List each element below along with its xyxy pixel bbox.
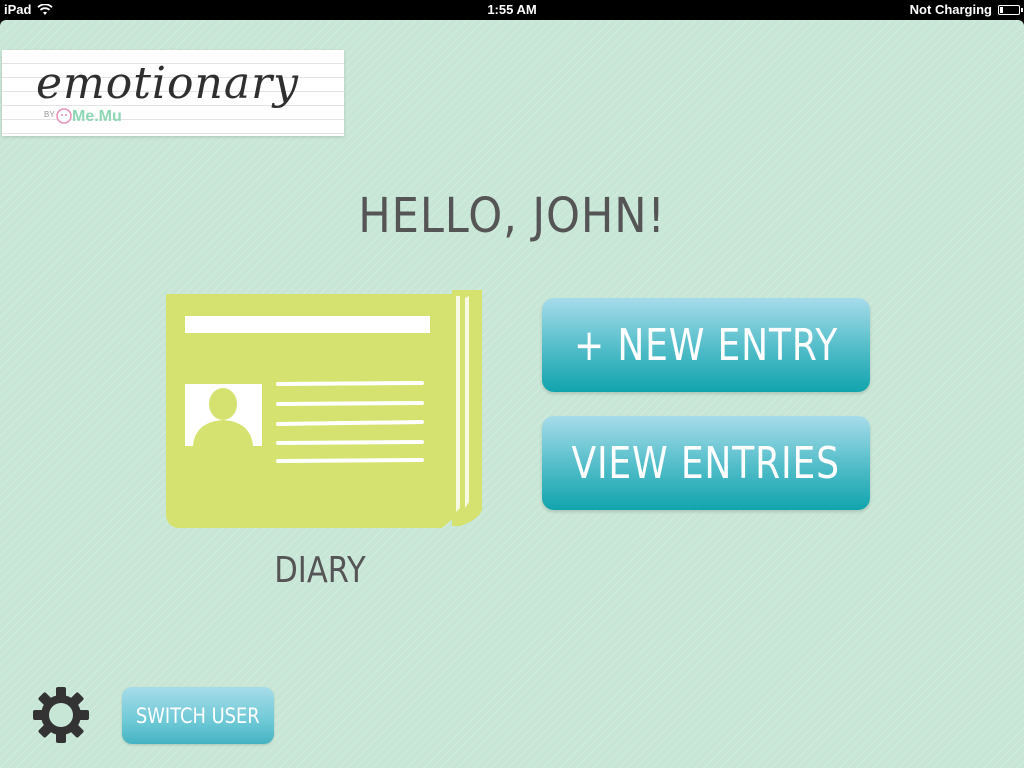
- view-entries-button[interactable]: VIEW ENTRIES: [542, 416, 870, 510]
- status-time: 1:55 AM: [487, 2, 537, 17]
- memu-face-icon: [56, 108, 72, 124]
- logo-brand: Me.Mu: [72, 108, 122, 125]
- diary-icon[interactable]: [160, 288, 486, 530]
- switch-user-label: SWITCH USER: [136, 703, 260, 728]
- view-entries-label: VIEW ENTRIES: [571, 437, 841, 489]
- battery-icon: [998, 4, 1023, 15]
- app-screen: emotionary BY Me.Mu HELLO, JOHN! DIARY +…: [0, 20, 1024, 768]
- app-logo: emotionary BY Me.Mu: [2, 50, 344, 136]
- gear-icon[interactable]: [32, 686, 90, 744]
- greeting-title: HELLO, JOHN!: [358, 188, 666, 244]
- status-bar: iPad 1:55 AM Not Charging: [0, 0, 1024, 20]
- diary-label[interactable]: DIARY: [184, 550, 456, 591]
- logo-by: BY: [44, 110, 55, 119]
- logo-wordmark: emotionary: [36, 58, 299, 109]
- new-entry-label: + NEW ENTRY: [573, 319, 839, 371]
- status-right: Not Charging: [909, 2, 1023, 17]
- battery-fill: [1000, 6, 1003, 13]
- new-entry-button[interactable]: + NEW ENTRY: [542, 298, 870, 392]
- charging-status: Not Charging: [909, 2, 992, 17]
- switch-user-button[interactable]: SWITCH USER: [122, 687, 274, 744]
